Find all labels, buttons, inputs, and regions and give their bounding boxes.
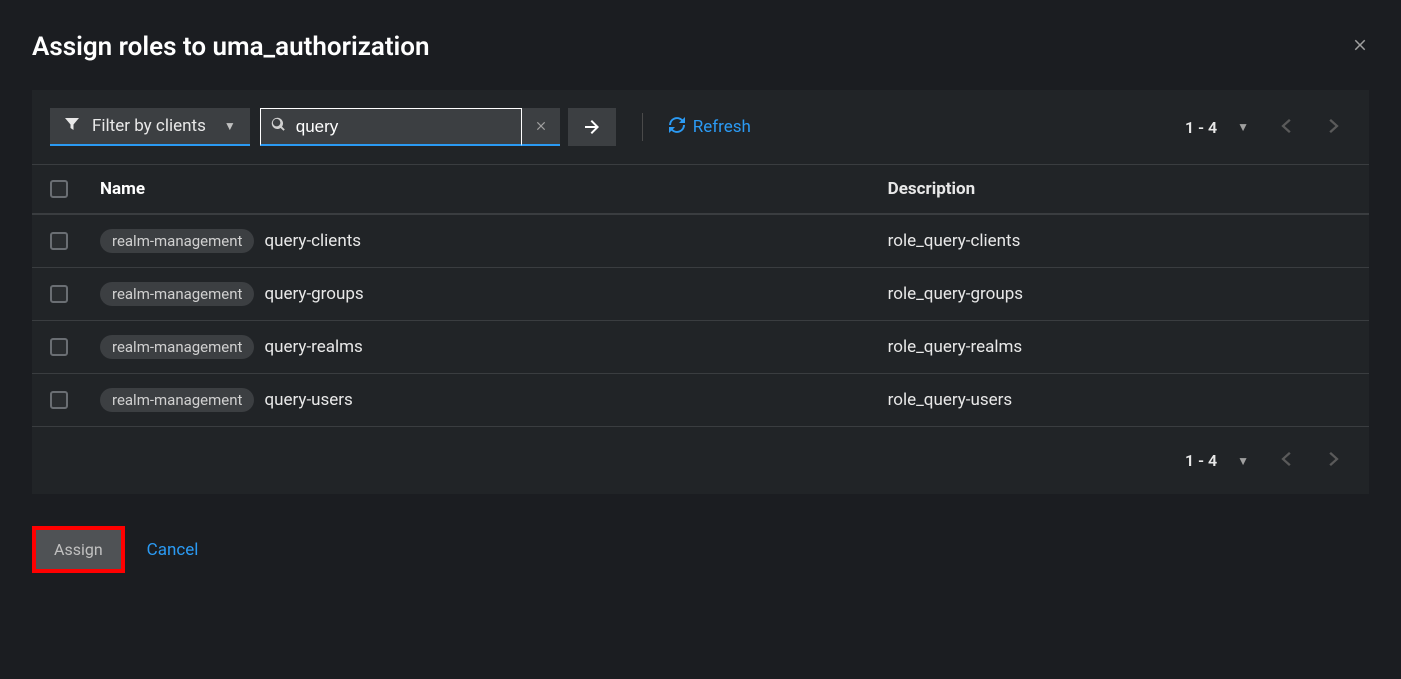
role-name: query-clients (264, 231, 361, 251)
search-submit-button[interactable] (568, 108, 616, 146)
select-all-checkbox[interactable] (50, 180, 68, 198)
modal-footer: Assign Cancel (32, 526, 1369, 573)
close-icon[interactable] (1351, 35, 1369, 59)
filter-label: Filter by clients (92, 116, 206, 136)
row-checkbox[interactable] (50, 338, 68, 356)
role-name: query-users (264, 390, 352, 410)
chevron-down-icon[interactable]: ▼ (1231, 120, 1255, 134)
next-page-button[interactable] (1317, 451, 1351, 470)
roles-table: Name Description realm-management query-… (32, 164, 1369, 494)
role-description: role_query-clients (888, 231, 1351, 251)
table-row[interactable]: realm-management query-users role_query-… (32, 373, 1369, 426)
assign-button[interactable]: Assign (32, 526, 125, 573)
refresh-icon (669, 117, 685, 138)
header-description: Description (888, 179, 1351, 199)
chevron-down-icon[interactable]: ▼ (1231, 454, 1255, 468)
modal-header: Assign roles to uma_authorization (32, 32, 1369, 62)
pagination-top: 1 - 4 ▼ (1185, 118, 1351, 137)
search-icon (271, 117, 296, 136)
role-description: role_query-groups (888, 284, 1351, 304)
filter-dropdown[interactable]: Filter by clients ▼ (50, 108, 250, 146)
search-group (260, 108, 616, 146)
modal-title: Assign roles to uma_authorization (32, 32, 430, 62)
previous-page-button[interactable] (1269, 451, 1303, 470)
client-badge: realm-management (100, 282, 254, 306)
filter-icon (64, 116, 80, 137)
search-input[interactable] (296, 117, 511, 137)
client-badge: realm-management (100, 335, 254, 359)
refresh-label: Refresh (693, 117, 751, 137)
table-row[interactable]: realm-management query-realms role_query… (32, 320, 1369, 373)
table-header: Name Description (32, 164, 1369, 214)
chevron-down-icon: ▼ (224, 119, 236, 133)
pagination-bottom: 1 - 4 ▼ (1185, 451, 1351, 470)
role-name: query-realms (264, 337, 362, 357)
role-name: query-groups (264, 284, 363, 304)
row-checkbox[interactable] (50, 391, 68, 409)
content-area: Filter by clients ▼ (32, 90, 1369, 494)
clear-search-button[interactable] (522, 108, 560, 146)
client-badge: realm-management (100, 388, 254, 412)
table-footer: 1 - 4 ▼ (32, 426, 1369, 494)
client-badge: realm-management (100, 229, 254, 253)
divider (642, 113, 643, 141)
table-row[interactable]: realm-management query-clients role_quer… (32, 214, 1369, 267)
next-page-button[interactable] (1317, 118, 1351, 137)
header-name: Name (100, 179, 888, 199)
previous-page-button[interactable] (1269, 118, 1303, 137)
search-box[interactable] (260, 108, 522, 146)
row-checkbox[interactable] (50, 285, 68, 303)
table-row[interactable]: realm-management query-groups role_query… (32, 267, 1369, 320)
refresh-button[interactable]: Refresh (669, 117, 751, 138)
header-checkbox-cell (50, 180, 100, 198)
row-checkbox[interactable] (50, 232, 68, 250)
assign-roles-modal: Assign roles to uma_authorization Filter… (0, 0, 1401, 597)
pagination-range: 1 - 4 (1185, 118, 1217, 137)
role-description: role_query-realms (888, 337, 1351, 357)
cancel-button[interactable]: Cancel (147, 540, 199, 560)
pagination-range: 1 - 4 (1185, 451, 1217, 470)
toolbar: Filter by clients ▼ (32, 90, 1369, 164)
role-description: role_query-users (888, 390, 1351, 410)
